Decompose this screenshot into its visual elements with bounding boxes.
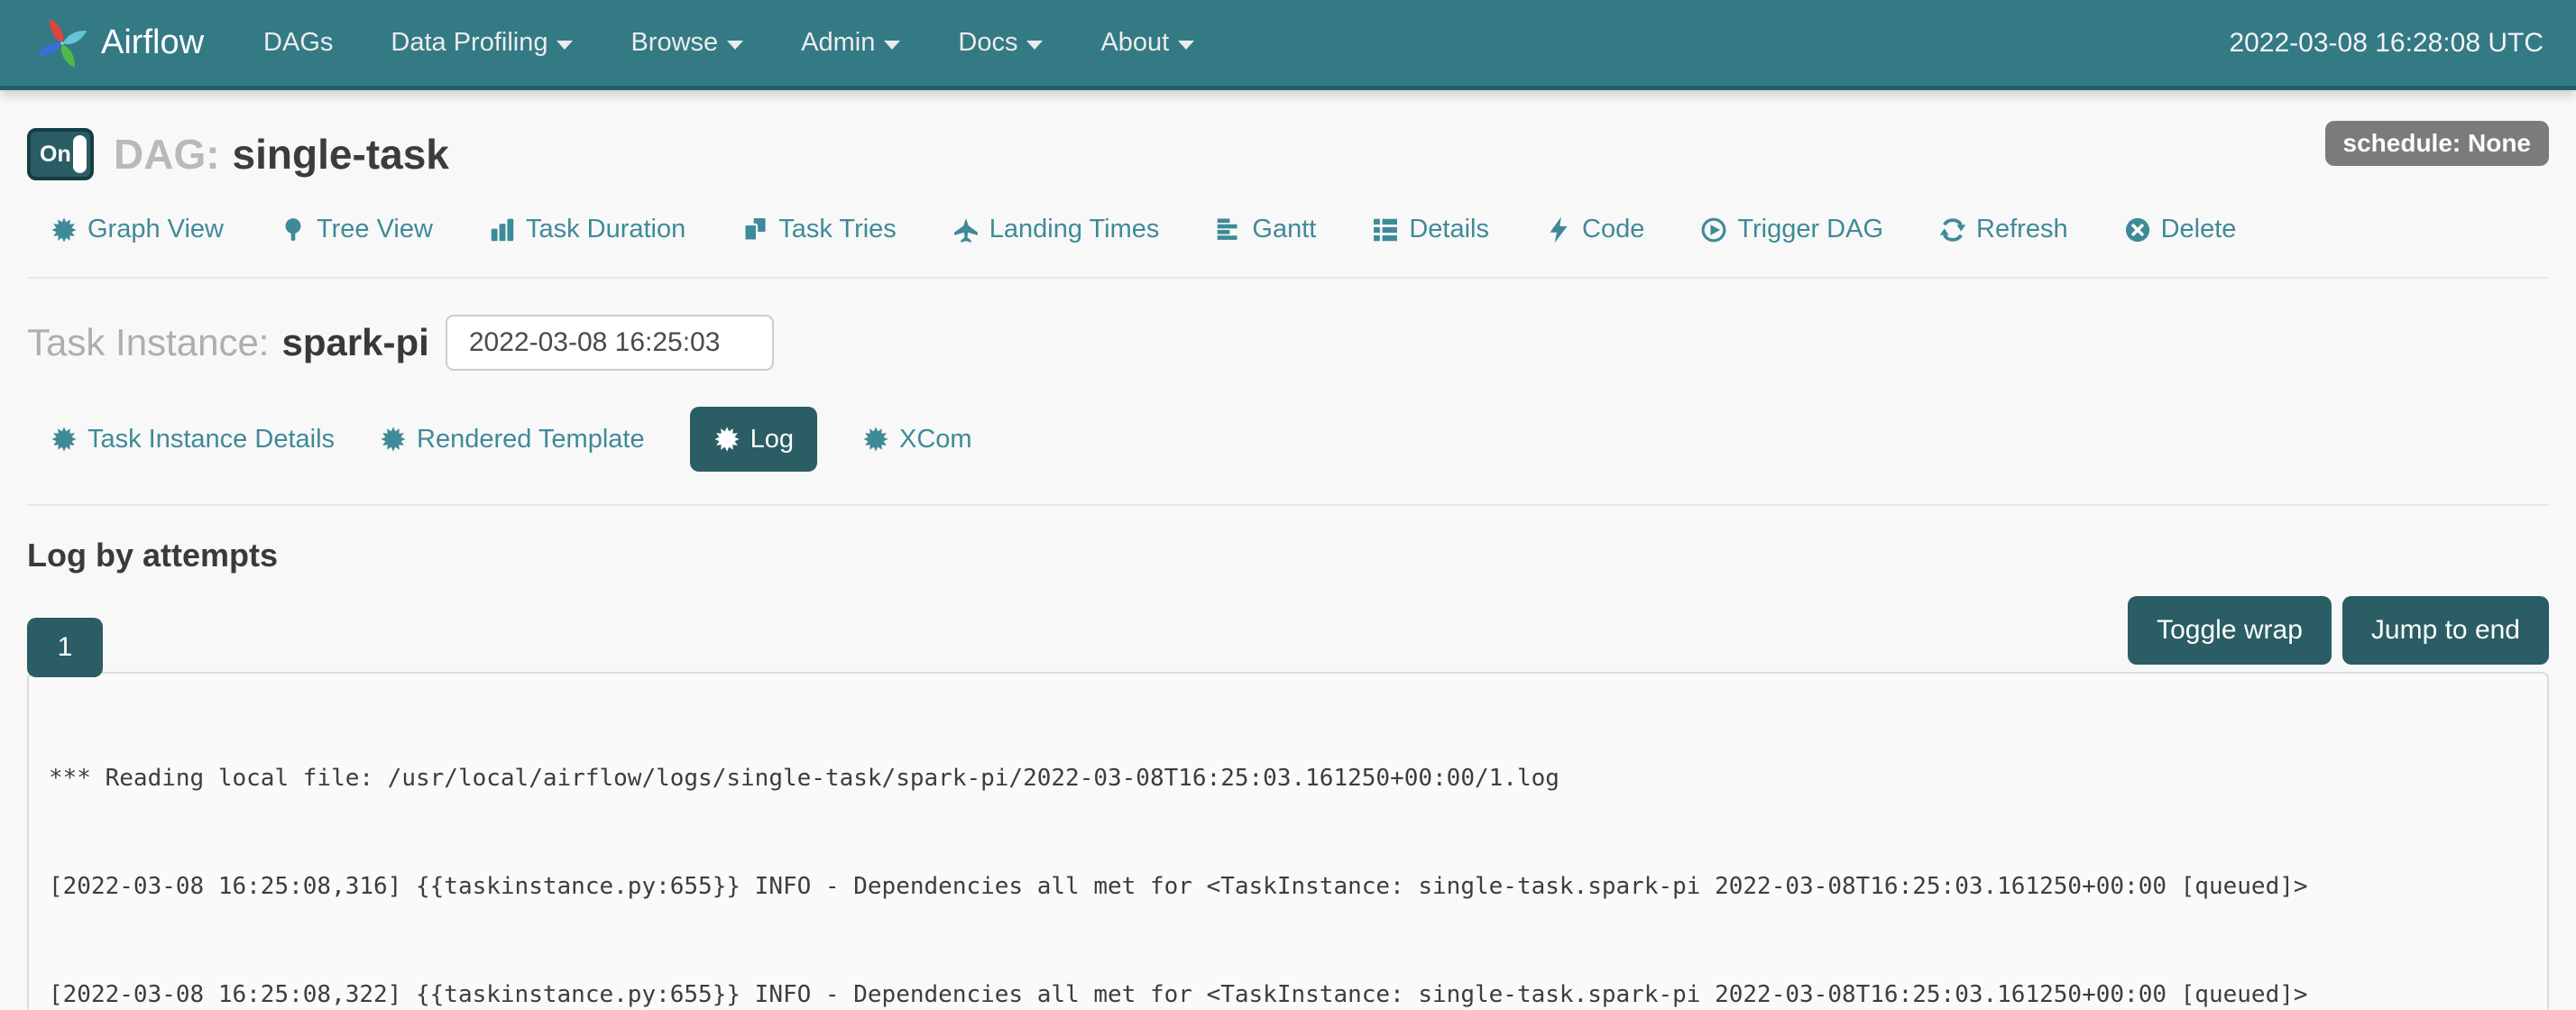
ti-nav-label: Log	[750, 425, 794, 454]
menu-item-about[interactable]: About	[1100, 28, 1194, 58]
dag-nav-label: Code	[1582, 215, 1644, 244]
dag-title-prefix: DAG:	[114, 130, 220, 179]
dag-nav-task-duration[interactable]: Task Duration	[489, 215, 685, 244]
dag-nav-label: Landing Times	[989, 215, 1160, 244]
align-left-icon	[1215, 216, 1242, 243]
menu-label: Browse	[630, 28, 718, 58]
dag-pause-toggle[interactable]: On	[27, 128, 94, 180]
tree-icon	[280, 216, 307, 243]
list-icon	[1372, 216, 1399, 243]
menu-item-browse[interactable]: Browse	[630, 28, 743, 58]
chevron-down-icon	[557, 41, 573, 50]
dag-nav-label: Delete	[2161, 215, 2237, 244]
bolt-icon	[1545, 216, 1572, 243]
task-instance-name: spark-pi	[281, 321, 428, 364]
bar-chart-icon	[489, 216, 516, 243]
ti-nav-task-instance-details[interactable]: Task Instance Details	[51, 425, 335, 454]
log-toolbar: 1 Toggle wrap Jump to end	[27, 596, 2549, 672]
log-by-attempts-heading: Log by attempts	[27, 537, 2549, 574]
task-instance-nav: Task Instance Details Rendered Template …	[27, 407, 2549, 472]
log-line: [2022-03-08 16:25:08,316] {{taskinstance…	[49, 868, 2527, 904]
dag-nav-tree-view[interactable]: Tree View	[280, 215, 433, 244]
dag-nav-label: Details	[1409, 215, 1489, 244]
starburst-icon	[380, 426, 407, 453]
toggle-wrap-button[interactable]: Toggle wrap	[2128, 596, 2332, 665]
dag-nav-label: Task Tries	[778, 215, 897, 244]
dag-nav-label: Tree View	[317, 215, 433, 244]
attempt-tab-1[interactable]: 1	[27, 618, 103, 677]
chevron-down-icon	[1026, 41, 1043, 50]
ti-nav-label: XCom	[899, 425, 972, 454]
refresh-icon	[1939, 216, 1966, 243]
execution-date-input[interactable]	[446, 315, 774, 371]
dag-nav-gantt[interactable]: Gantt	[1215, 215, 1316, 244]
menu-label: Docs	[958, 28, 1017, 58]
divider	[27, 504, 2549, 506]
utc-clock: 2022-03-08 16:28:08 UTC	[2229, 28, 2544, 59]
log-line: [2022-03-08 16:25:08,322] {{taskinstance…	[49, 977, 2527, 1010]
ti-nav-label: Rendered Template	[417, 425, 645, 454]
dag-header: On DAG: single-task schedule: None	[27, 128, 2549, 180]
starburst-icon	[51, 426, 78, 453]
dag-nav-delete[interactable]: Delete	[2124, 215, 2237, 244]
starburst-icon	[713, 426, 741, 453]
dag-nav-landing-times[interactable]: Landing Times	[952, 215, 1160, 244]
dag-nav-trigger-dag[interactable]: Trigger DAG	[1700, 215, 1883, 244]
top-navbar: Airflow DAGs Data Profiling Browse Admin…	[0, 0, 2576, 90]
menu-label: DAGs	[263, 28, 333, 58]
schedule-badge: schedule: None	[2325, 121, 2549, 166]
log-output[interactable]: *** Reading local file: /usr/local/airfl…	[27, 672, 2549, 1010]
divider	[27, 277, 2549, 279]
starburst-icon	[862, 426, 889, 453]
dag-nav-task-tries[interactable]: Task Tries	[741, 215, 897, 244]
log-line: *** Reading local file: /usr/local/airfl…	[49, 760, 2527, 796]
airflow-brand[interactable]: Airflow	[32, 14, 204, 73]
task-instance-label: Task Instance:	[27, 321, 269, 364]
dag-nav-code[interactable]: Code	[1545, 215, 1644, 244]
menu-item-dags[interactable]: DAGs	[263, 28, 333, 58]
dag-title: single-task	[233, 130, 449, 179]
main-menu: DAGs Data Profiling Browse Admin Docs Ab…	[263, 28, 1194, 58]
menu-item-docs[interactable]: Docs	[958, 28, 1043, 58]
dag-nav-label: Refresh	[1976, 215, 2068, 244]
menu-item-data-profiling[interactable]: Data Profiling	[391, 28, 573, 58]
jump-to-end-button[interactable]: Jump to end	[2342, 596, 2549, 665]
brand-label: Airflow	[101, 23, 204, 62]
chevron-down-icon	[884, 41, 900, 50]
dag-nav-label: Graph View	[87, 215, 224, 244]
ti-nav-rendered-template[interactable]: Rendered Template	[380, 425, 645, 454]
airflow-logo-icon	[32, 14, 92, 73]
chevron-down-icon	[727, 41, 743, 50]
play-circle-icon	[1700, 216, 1727, 243]
dag-nav-graph-view[interactable]: Graph View	[51, 215, 224, 244]
ti-nav-log-active[interactable]: Log	[690, 407, 817, 472]
ti-nav-label: Task Instance Details	[87, 425, 335, 454]
duplicate-pages-icon	[741, 216, 768, 243]
dag-nav-label: Trigger DAG	[1737, 215, 1883, 244]
menu-label: Admin	[801, 28, 875, 58]
dag-view-nav: Graph View Tree View Task Duration Task …	[27, 215, 2549, 244]
dag-nav-label: Task Duration	[526, 215, 685, 244]
plane-icon	[952, 216, 980, 243]
dag-nav-details[interactable]: Details	[1372, 215, 1489, 244]
remove-circle-icon	[2124, 216, 2151, 243]
menu-label: Data Profiling	[391, 28, 547, 58]
dag-nav-refresh[interactable]: Refresh	[1939, 215, 2068, 244]
toggle-knob	[73, 135, 87, 173]
ti-nav-xcom[interactable]: XCom	[862, 425, 972, 454]
dag-nav-label: Gantt	[1252, 215, 1316, 244]
menu-item-admin[interactable]: Admin	[801, 28, 900, 58]
toggle-on-label: On	[40, 142, 71, 168]
chevron-down-icon	[1178, 41, 1194, 50]
menu-label: About	[1100, 28, 1169, 58]
task-instance-header: Task Instance: spark-pi	[27, 315, 2549, 371]
log-actions: Toggle wrap Jump to end	[2128, 596, 2549, 665]
starburst-icon	[51, 216, 78, 243]
